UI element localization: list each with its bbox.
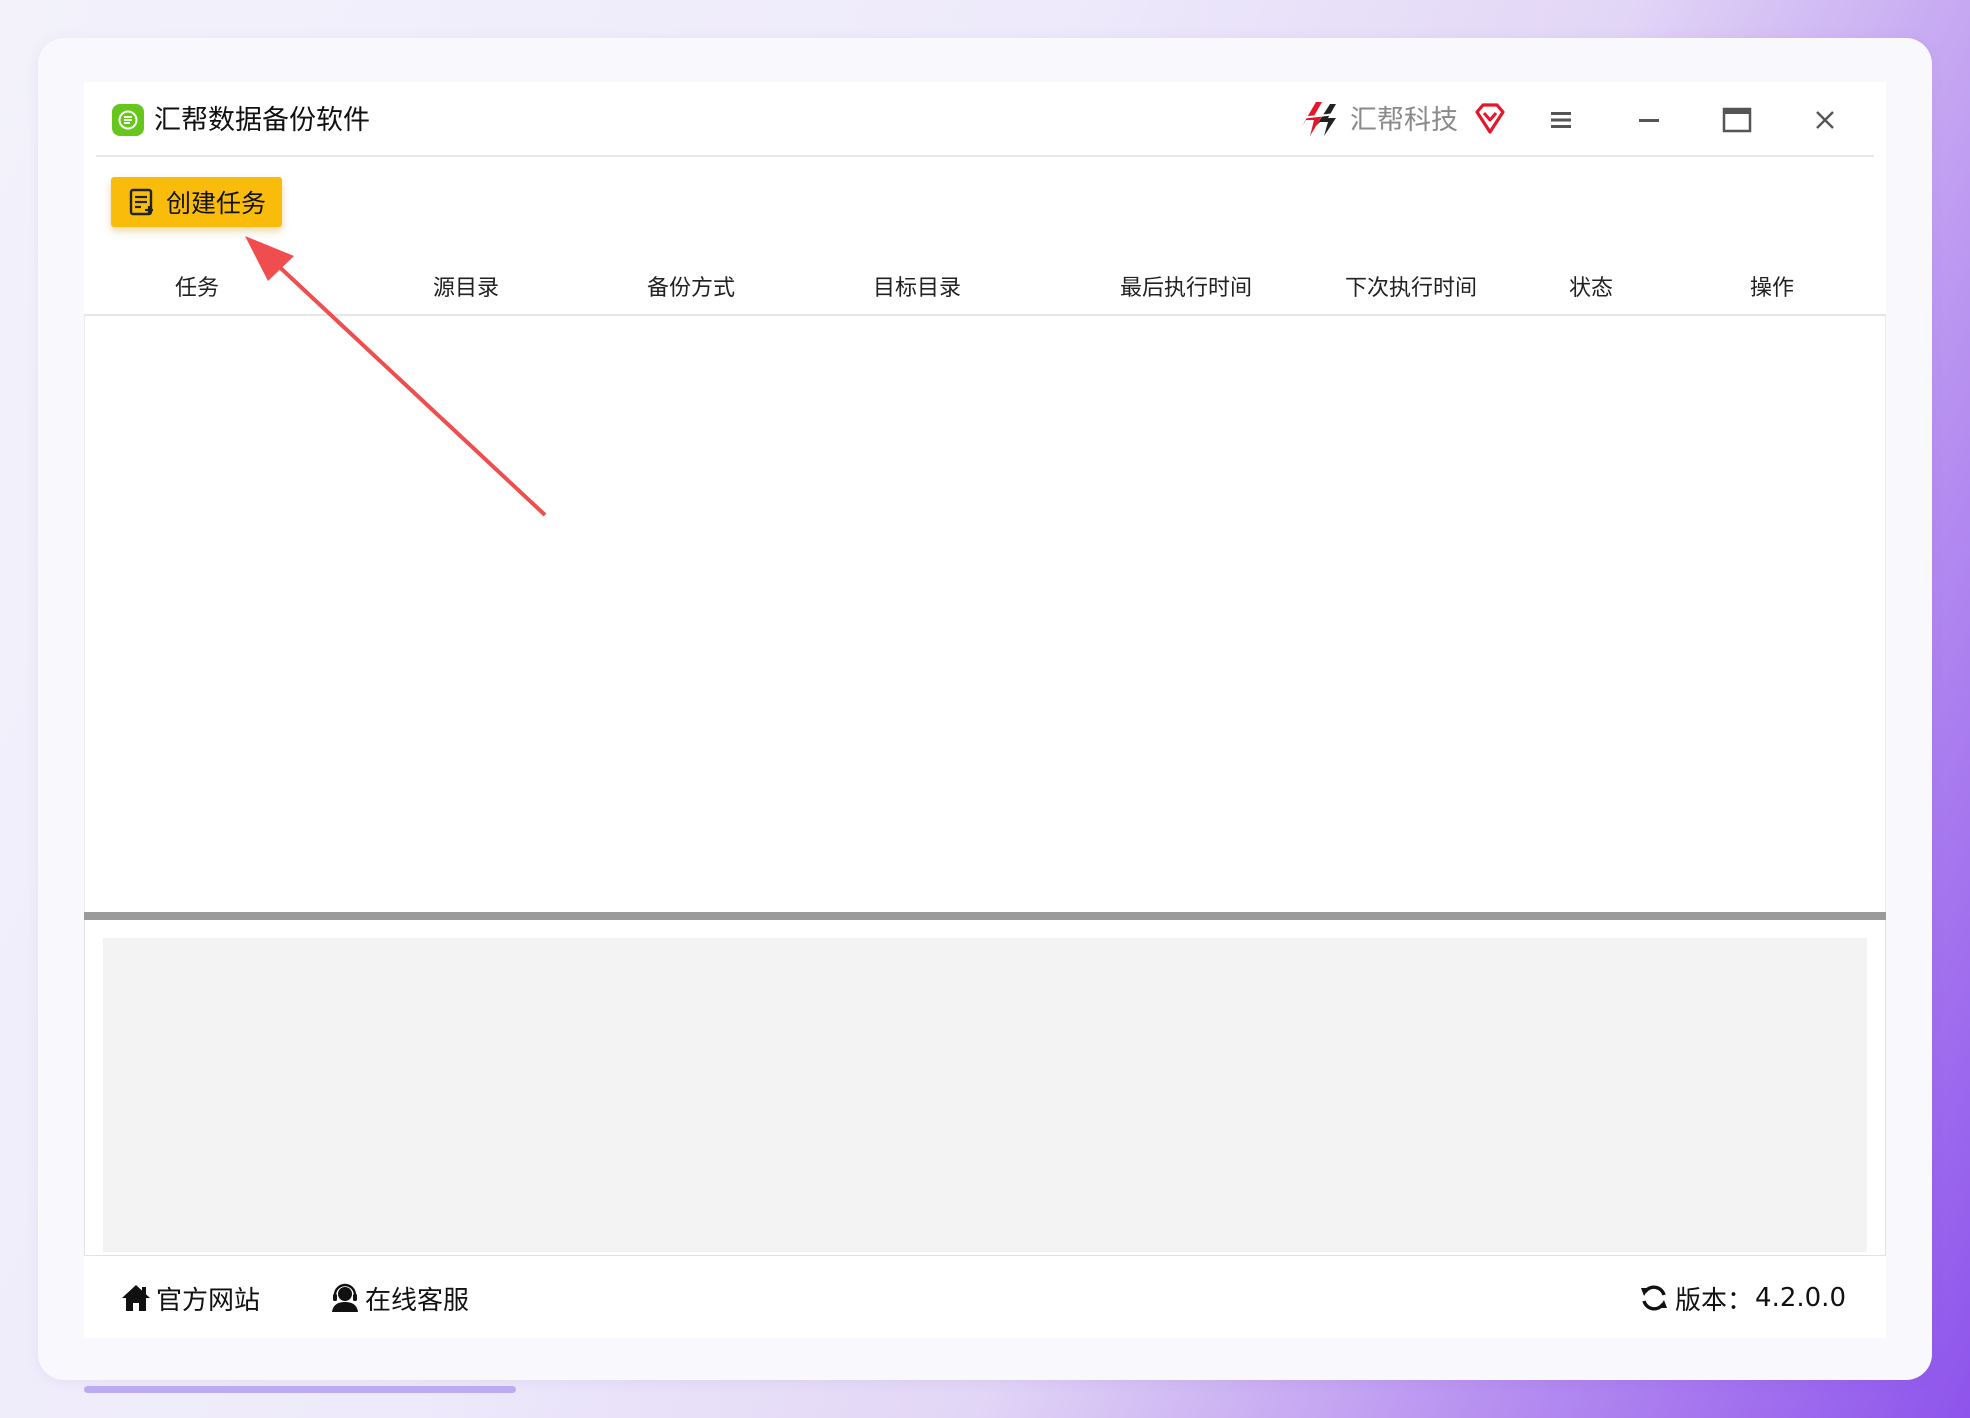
column-header-source-dir[interactable]: 源目录 — [433, 262, 499, 316]
maximize-button[interactable] — [1717, 102, 1757, 138]
column-header-backup-mode[interactable]: 备份方式 — [647, 262, 735, 316]
task-table-body[interactable] — [84, 316, 1886, 912]
app-title: 汇帮数据备份软件 — [154, 105, 370, 136]
headset-user-icon — [332, 1283, 358, 1312]
brand-logo-icon — [1296, 96, 1340, 140]
hamburger-menu-icon — [1551, 112, 1571, 128]
online-support-link[interactable]: 在线客服 — [329, 1278, 469, 1318]
log-panel[interactable] — [103, 938, 1867, 1252]
app-window: 汇帮数据备份软件 汇帮科技 创建任务 任务 源目录 备份方式 目标目录 最后执行… — [84, 82, 1886, 1338]
log-frame — [84, 920, 1886, 1256]
home-icon — [122, 1285, 150, 1311]
vip-diamond-icon[interactable] — [1473, 102, 1507, 136]
brand-name: 汇帮科技 — [1350, 105, 1458, 136]
title-divider — [96, 155, 1874, 157]
close-button[interactable] — [1805, 102, 1845, 138]
create-task-label: 创建任务 — [166, 189, 267, 218]
column-header-actions[interactable]: 操作 — [1750, 262, 1794, 316]
horizontal-scroll-indicator[interactable] — [84, 1386, 516, 1393]
app-logo-icon — [112, 104, 144, 136]
title-bar: 汇帮数据备份软件 汇帮科技 — [84, 82, 1886, 157]
column-header-last-run[interactable]: 最后执行时间 — [1120, 262, 1252, 316]
close-icon — [1816, 111, 1834, 129]
panel-splitter[interactable] — [84, 912, 1886, 920]
maximize-icon — [1722, 107, 1752, 133]
create-task-button[interactable]: 创建任务 — [111, 177, 282, 227]
official-website-link[interactable]: 官方网站 — [120, 1278, 260, 1318]
table-header: 任务 源目录 备份方式 目标目录 最后执行时间 下次执行时间 状态 操作 — [84, 262, 1886, 316]
column-header-status[interactable]: 状态 — [1569, 262, 1613, 316]
minimize-icon — [1639, 119, 1659, 122]
official-website-label: 官方网站 — [156, 1285, 261, 1316]
version-info[interactable]: 版本： 4.2.0.0 — [1639, 1278, 1846, 1318]
minimize-button[interactable] — [1629, 102, 1669, 138]
refresh-icon — [1641, 1285, 1668, 1311]
menu-button[interactable] — [1541, 102, 1581, 138]
column-header-next-run[interactable]: 下次执行时间 — [1345, 262, 1477, 316]
footer-bar: 官方网站 在线客服 版本： 4.2.0.0 — [84, 1264, 1886, 1334]
task-list-icon — [129, 188, 153, 216]
online-support-label: 在线客服 — [365, 1285, 470, 1316]
column-header-target-dir[interactable]: 目标目录 — [873, 262, 961, 316]
version-label: 版本： — [1675, 1285, 1754, 1316]
version-value: 4.2.0.0 — [1755, 1283, 1846, 1313]
column-header-task[interactable]: 任务 — [175, 262, 219, 316]
